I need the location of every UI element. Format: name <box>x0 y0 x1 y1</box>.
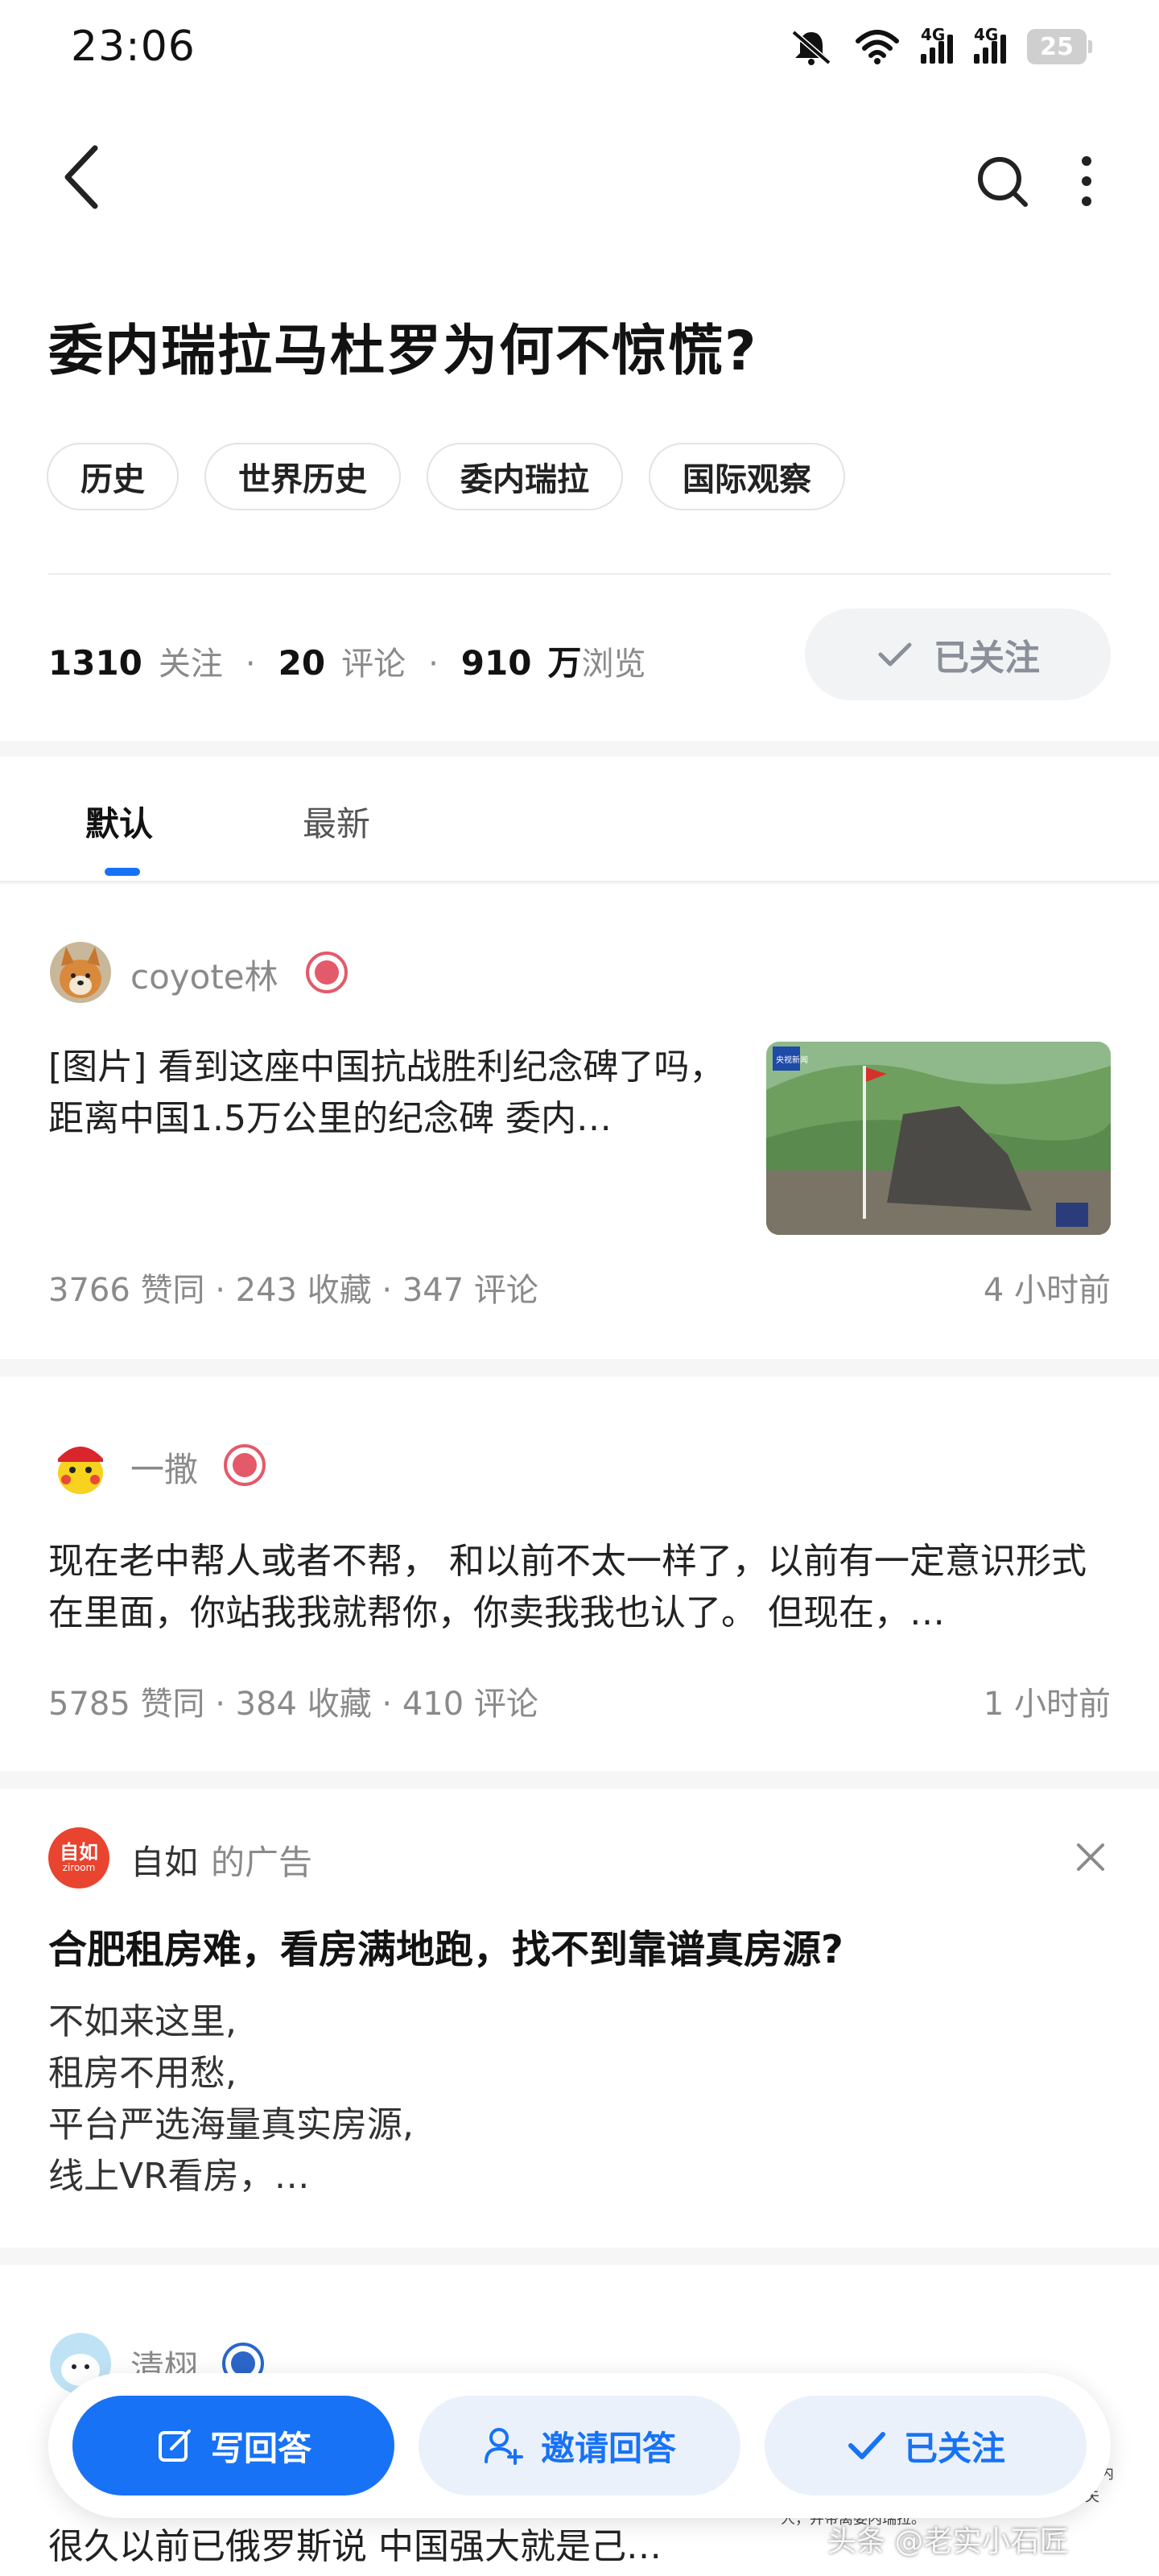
wifi-icon <box>856 30 899 64</box>
answer-excerpt[interactable]: [图片] 看到这座中国抗战胜利纪念碑了吗，距离中国1.5万公里的纪念碑 委内… <box>48 1042 740 1145</box>
ad-card[interactable]: 自如 ziroom 自如 的广告 合肥租房难，看房满地跑，找不到靠谱真房源? 不… <box>0 1789 1159 2248</box>
battery-icon: 25 <box>1027 29 1092 64</box>
comments-count[interactable]: 20 <box>278 643 325 683</box>
ad-line: 平台严选海量真实房源, <box>48 2104 414 2145</box>
author-name[interactable]: 一撒 <box>130 1443 198 1492</box>
ad-logo[interactable]: 自如 ziroom <box>48 1827 109 1889</box>
ad-label: 的广告 <box>211 1843 313 1882</box>
edit-icon <box>158 2429 191 2462</box>
question-header: 委内瑞拉马杜罗为何不惊慌? 历史 世界历史 委内瑞拉 国际观察 1310 关注 … <box>0 105 1159 741</box>
comments-label[interactable]: 评论 <box>341 638 406 684</box>
answer-time: 1 小时前 <box>983 1686 1111 1723</box>
status-bar: 23:06 4G 4G 25 <box>0 0 1159 105</box>
answer-meta: 3766 赞同 · 243 收藏 · 347 评论 <box>48 1272 538 1309</box>
tab-default[interactable]: 默认 <box>85 797 153 846</box>
close-icon[interactable] <box>1072 1839 1109 1876</box>
signal-icon: 4G <box>921 25 953 64</box>
question-stats: 1310 关注 · 20 评论 · 910 万 浏览 <box>48 636 645 685</box>
monument-image: 央视新闻 <box>766 1042 1111 1235</box>
svg-text:央视新闻: 央视新闻 <box>776 1055 808 1065</box>
ad-line: 不如来这里, <box>48 2001 237 2042</box>
tab-indicator <box>105 868 140 876</box>
badge-icon <box>224 1444 266 1486</box>
sort-tabs: 默认 最新 <box>0 757 1159 882</box>
bottom-action-bar: 写回答 邀请回答 已关注 <box>48 2373 1111 2518</box>
check-icon <box>848 2432 885 2459</box>
divider <box>48 573 1111 575</box>
question-title: 委内瑞拉马杜罗为何不惊慌? <box>48 320 758 383</box>
topic-tag[interactable]: 国际观察 <box>649 443 845 510</box>
mute-bell-icon <box>791 30 831 65</box>
watermark: 头条 @老实小石匠 <box>827 2525 1069 2558</box>
back-arrow-icon[interactable] <box>50 137 114 217</box>
search-icon[interactable] <box>974 153 1030 209</box>
ad-line: 线上VR看房，… <box>48 2156 310 2197</box>
pikachu-avatar-icon <box>50 1435 111 1496</box>
invite-answer-button[interactable]: 邀请回答 <box>419 2396 740 2496</box>
badge-icon <box>306 952 348 993</box>
answer-excerpt[interactable]: 很久以前已俄罗斯说 中国强大就是己… <box>48 2521 757 2573</box>
ad-body[interactable]: 不如来这里, 租房不用愁, 平台严选海量真实房源, 线上VR看房，… <box>48 1996 414 2202</box>
more-vertical-icon[interactable] <box>1070 153 1103 209</box>
author-name[interactable]: coyote林 <box>130 950 278 999</box>
answer-card[interactable]: 一撒 现在老中帮人或者不帮， 和以前不太一样了，以前有一定意识形式在里面，你站我… <box>0 1377 1159 1771</box>
topic-tag[interactable]: 委内瑞拉 <box>427 443 623 510</box>
topic-tag[interactable]: 世界历史 <box>204 443 401 510</box>
signal-icon-2: 4G <box>974 25 1006 64</box>
dog-avatar-icon <box>50 942 111 1003</box>
views-count: 910 <box>460 643 532 683</box>
topic-tags: 历史 世界历史 委内瑞拉 国际观察 <box>47 443 845 510</box>
ad-title[interactable]: 合肥租房难，看房满地跑，找不到靠谱真房源? <box>48 1918 843 1974</box>
followers-count: 1310 <box>48 643 142 683</box>
views-unit: 万 <box>547 643 582 683</box>
answer-time: 4 小时前 <box>983 1272 1111 1309</box>
followed-label: 已关注 <box>934 638 1040 679</box>
answer-meta: 5785 赞同 · 384 收藏 · 410 评论 <box>48 1686 538 1723</box>
answer-excerpt[interactable]: 现在老中帮人或者不帮， 和以前不太一样了，以前有一定意识形式在里面，你站我我就帮… <box>48 1536 1111 1639</box>
answer-card[interactable]: coyote林 [图片] 看到这座中国抗战胜利纪念碑了吗，距离中国1.5万公里的… <box>0 884 1159 1359</box>
answer-thumbnail[interactable]: 央视新闻 <box>766 1042 1111 1235</box>
tab-latest[interactable]: 最新 <box>303 797 370 846</box>
followed-bottom-button[interactable]: 已关注 <box>765 2396 1087 2496</box>
status-time: 23:06 <box>71 23 196 71</box>
add-user-icon <box>484 2428 523 2465</box>
followed-button[interactable]: 已关注 <box>805 609 1111 700</box>
topic-tag[interactable]: 历史 <box>47 443 179 510</box>
check-icon <box>878 642 912 667</box>
status-icons: 4G 4G 25 <box>789 25 1092 66</box>
avatar[interactable] <box>50 942 111 1003</box>
ad-advertiser[interactable]: 自如 <box>130 1835 198 1885</box>
write-answer-button[interactable]: 写回答 <box>72 2396 394 2496</box>
avatar[interactable] <box>50 1435 111 1496</box>
ad-line: 租房不用愁, <box>48 2053 237 2094</box>
views-label: 浏览 <box>581 646 646 683</box>
followers-label: 关注 <box>158 646 223 683</box>
